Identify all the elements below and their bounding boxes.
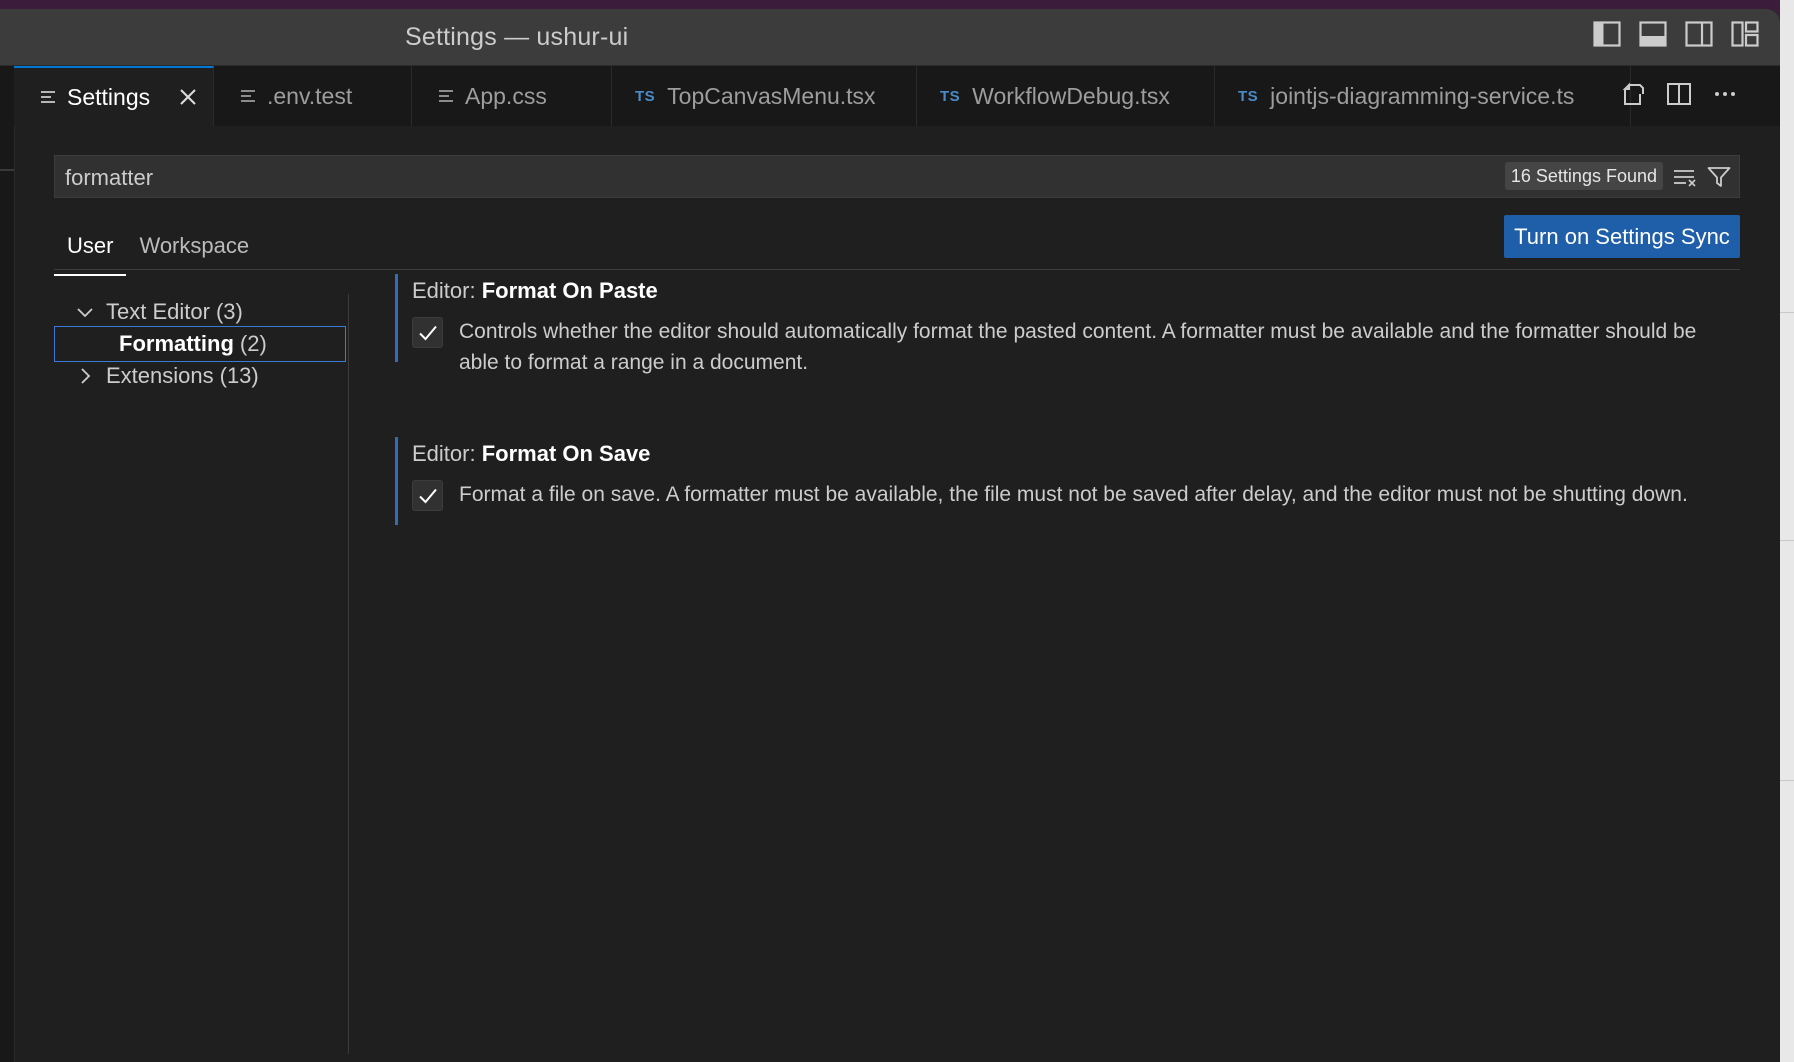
tab-jointjs-service[interactable]: TS jointjs-diagramming-service.ts: [1215, 66, 1631, 126]
split-editor-icon[interactable]: [1664, 79, 1694, 109]
file-lines-icon: [241, 90, 255, 102]
setting-name: Format On Save: [481, 441, 651, 466]
tab-settings[interactable]: Settings: [14, 66, 214, 126]
tab-topcanvasmenu[interactable]: TS TopCanvasMenu.tsx: [612, 66, 917, 126]
typescript-icon: TS: [940, 87, 961, 105]
tab-label: Settings: [67, 83, 151, 110]
setting-name: Format On Paste: [481, 278, 658, 303]
results-count-badge: 16 Settings Found: [1504, 162, 1663, 190]
tab-workflowdebug[interactable]: TS WorkflowDebug.tsx: [917, 66, 1215, 126]
activity-bar-indicator: [0, 169, 14, 171]
toc-item-text-editor[interactable]: Text Editor (3): [54, 294, 346, 330]
title-bar: Settings — ushur-ui: [0, 9, 1780, 66]
setting-title: Editor: Format On Save: [412, 441, 1740, 467]
clear-search-icon[interactable]: [1671, 163, 1699, 191]
toggle-secondary-sidebar-icon[interactable]: [1684, 19, 1714, 49]
setting-category: Editor:: [412, 278, 482, 303]
tab-label: TopCanvasMenu.tsx: [667, 82, 876, 109]
layout-controls: [1592, 19, 1760, 49]
filter-icon[interactable]: [1705, 163, 1733, 191]
customize-layout-icon[interactable]: [1730, 19, 1760, 49]
toc-label: Text Editor: [106, 299, 210, 324]
settings-editor: 16 Settings Found User Workspace Turn on…: [0, 126, 1780, 1062]
toc-item-formatting[interactable]: Formatting (2): [54, 326, 346, 362]
setting-description: Format a file on save. A formatter must …: [459, 483, 1688, 506]
toggle-primary-sidebar-icon[interactable]: [1592, 19, 1622, 49]
setting-format-on-save: Editor: Format On Save Format a file on …: [395, 437, 1740, 525]
toc-item-extensions[interactable]: Extensions (13): [54, 358, 346, 394]
toc-count: (13): [219, 363, 259, 388]
file-lines-icon: [439, 90, 453, 102]
setting-title: Editor: Format On Paste: [412, 278, 1740, 304]
setting-description: Controls whether the editor should autom…: [459, 320, 1697, 374]
tab-label: .env.test: [267, 82, 353, 109]
typescript-icon: TS: [1238, 87, 1259, 105]
format-on-save-checkbox[interactable]: [412, 480, 443, 511]
more-actions-icon[interactable]: [1710, 79, 1740, 109]
divider: [1780, 540, 1794, 541]
background-window-edge: [1780, 0, 1794, 1062]
chevron-right-icon: [81, 368, 91, 384]
editor-actions: [1618, 79, 1740, 109]
settings-lines-icon: [41, 91, 55, 103]
toggle-panel-icon[interactable]: [1638, 19, 1668, 49]
tab-label: jointjs-diagramming-service.ts: [1270, 82, 1575, 109]
settings-toc: Text Editor (3) Formatting (2) Extension…: [54, 294, 349, 1054]
divider: [1780, 780, 1794, 781]
turn-on-settings-sync-button[interactable]: Turn on Settings Sync: [1504, 215, 1740, 258]
setting-format-on-paste: Editor: Format On Paste Controls whether…: [395, 274, 1740, 374]
tab-app-css[interactable]: App.css: [412, 66, 612, 126]
close-icon[interactable]: [177, 86, 199, 108]
toc-count: (3): [215, 299, 243, 324]
typescript-icon: TS: [635, 87, 656, 105]
divider: [54, 269, 1740, 270]
settings-search-input[interactable]: [55, 156, 1487, 199]
tab-label: App.css: [465, 82, 547, 109]
toc-label: Extensions: [106, 363, 214, 388]
toc-count: (2): [239, 331, 267, 356]
checkmark-icon: [418, 325, 437, 340]
settings-search-box: 16 Settings Found: [54, 155, 1740, 199]
tab-label: WorkflowDebug.tsx: [972, 82, 1170, 109]
editor-tab-bar: Settings .env.test App.css TS TopCanvasM…: [0, 66, 1780, 126]
chevron-down-icon: [77, 308, 93, 318]
divider: [1780, 312, 1794, 313]
tab-env-test[interactable]: .env.test: [214, 66, 412, 126]
checkmark-icon: [418, 488, 437, 503]
open-settings-json-icon[interactable]: [1618, 79, 1648, 109]
setting-category: Editor:: [412, 441, 482, 466]
toc-label: Formatting: [119, 331, 234, 356]
window-title: Settings — ushur-ui: [405, 23, 629, 51]
activity-bar-edge: [0, 126, 15, 1062]
vscode-window: Settings — ushur-ui Settings .env.test A…: [0, 9, 1780, 1062]
desktop-background: [0, 0, 1794, 9]
format-on-paste-checkbox[interactable]: [412, 317, 443, 348]
